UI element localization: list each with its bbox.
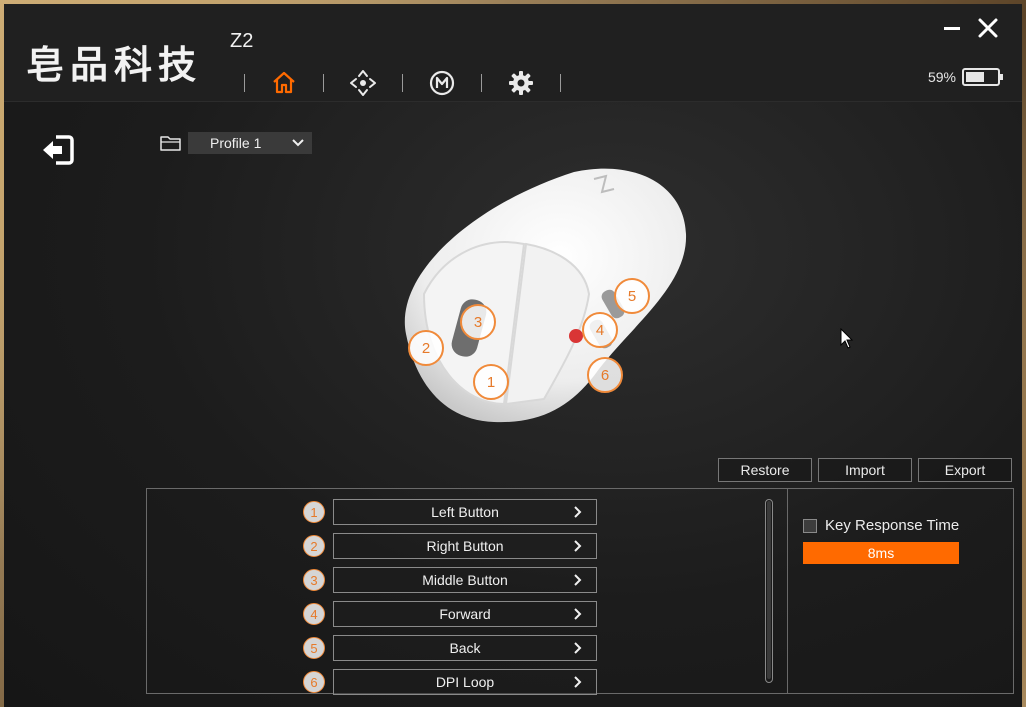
minimize-button[interactable] — [938, 14, 966, 42]
chevron-down-icon — [292, 139, 304, 147]
button-number: 5 — [303, 637, 325, 659]
nav-separator — [560, 74, 561, 92]
nav-separator — [481, 74, 482, 92]
button-label: Forward — [439, 606, 491, 622]
button-number: 6 — [303, 671, 325, 693]
nav-dpi-button[interactable] — [346, 66, 380, 100]
battery-icon — [962, 68, 1003, 86]
exit-button[interactable] — [40, 132, 76, 168]
nav-home-button[interactable] — [267, 66, 301, 100]
nav-separator — [244, 74, 245, 92]
key-response-checkbox[interactable] — [803, 518, 817, 533]
exit-icon — [43, 135, 74, 165]
button-label: Back — [449, 640, 481, 656]
app-window: 皂品科技 Z2 59% Profile 1 1 2 3 4 5 6 Restor… — [4, 4, 1022, 707]
hotspot-button-3[interactable]: 3 — [460, 304, 496, 340]
button-assignment-panel: 1 Left Button 2 Right Button 3 Middle Bu… — [146, 488, 1014, 695]
close-button[interactable] — [974, 14, 1002, 42]
brand-logo: 皂品科技 — [26, 43, 203, 87]
list-item: 1 Left Button — [303, 499, 597, 525]
button-label: Left Button — [431, 504, 499, 520]
scrollbar-thumb[interactable] — [767, 501, 771, 679]
model-name: Z2 — [230, 30, 254, 52]
close-icon — [978, 18, 998, 38]
chevron-right-icon — [574, 506, 582, 518]
profile-actions: Restore Import Export — [718, 458, 1012, 482]
hotspot-button-1[interactable]: 1 — [473, 364, 509, 400]
key-response-label: Key Response Time — [825, 517, 960, 534]
main-nav — [222, 66, 583, 100]
key-response-value[interactable]: 8ms — [803, 542, 959, 564]
hotspot-button-2[interactable]: 2 — [408, 330, 444, 366]
panel-divider — [787, 489, 788, 693]
mouse-image — [404, 168, 687, 423]
battery-fill — [966, 72, 984, 82]
nav-separator — [323, 74, 324, 92]
battery-percent: 59% — [927, 69, 956, 85]
macro-icon — [429, 70, 455, 96]
hotspot-button-4[interactable]: 4 — [582, 312, 618, 348]
button-label: DPI Loop — [435, 674, 495, 690]
button-assign-left[interactable]: Left Button — [333, 499, 597, 525]
mouse-cursor-icon — [840, 328, 854, 349]
button-label: Middle Button — [422, 572, 508, 588]
button-number: 1 — [303, 501, 325, 523]
chevron-right-icon — [574, 574, 582, 586]
title-bar: 皂品科技 Z2 59% — [4, 4, 1022, 102]
home-icon — [273, 71, 295, 94]
minimize-icon — [944, 27, 960, 30]
gear-icon — [509, 71, 533, 95]
list-item: 5 Back — [303, 635, 597, 661]
list-item: 4 Forward — [303, 601, 597, 627]
nav-macro-button[interactable] — [425, 66, 459, 100]
button-list-scrollbar[interactable] — [765, 499, 773, 683]
chevron-right-icon — [574, 642, 582, 654]
key-response-section: Key Response Time 8ms — [803, 517, 959, 564]
profile-selected: Profile 1 — [210, 135, 262, 151]
button-number: 4 — [303, 603, 325, 625]
hotspot-button-6[interactable]: 6 — [587, 357, 623, 393]
button-label: Right Button — [426, 538, 504, 554]
chevron-right-icon — [574, 540, 582, 552]
button-number: 2 — [303, 535, 325, 557]
restore-button[interactable]: Restore — [718, 458, 812, 482]
mouse-illustration: 1 2 3 4 5 6 — [384, 154, 704, 444]
hotspot-button-5[interactable]: 5 — [614, 278, 650, 314]
button-assign-forward[interactable]: Forward — [333, 601, 597, 627]
button-number: 3 — [303, 569, 325, 591]
profile-selector: Profile 1 — [160, 132, 312, 154]
key-response-header: Key Response Time — [803, 517, 959, 534]
nav-separator — [402, 74, 403, 92]
button-list: 1 Left Button 2 Right Button 3 Middle Bu… — [303, 499, 597, 703]
list-item: 3 Middle Button — [303, 567, 597, 593]
profile-dropdown[interactable]: Profile 1 — [188, 132, 312, 154]
list-item: 2 Right Button — [303, 533, 597, 559]
move-icon — [350, 70, 376, 96]
nav-settings-button[interactable] — [504, 66, 538, 100]
button-assign-right[interactable]: Right Button — [333, 533, 597, 559]
button-assign-dpi-loop[interactable]: DPI Loop — [333, 669, 597, 695]
list-item: 6 DPI Loop — [303, 669, 597, 695]
battery-indicator: 59% — [927, 68, 1003, 86]
import-button[interactable]: Import — [818, 458, 912, 482]
button-assign-middle[interactable]: Middle Button — [333, 567, 597, 593]
button-assign-back[interactable]: Back — [333, 635, 597, 661]
export-button[interactable]: Export — [918, 458, 1012, 482]
chevron-right-icon — [574, 676, 582, 688]
folder-icon — [160, 136, 181, 151]
chevron-right-icon — [574, 608, 582, 620]
